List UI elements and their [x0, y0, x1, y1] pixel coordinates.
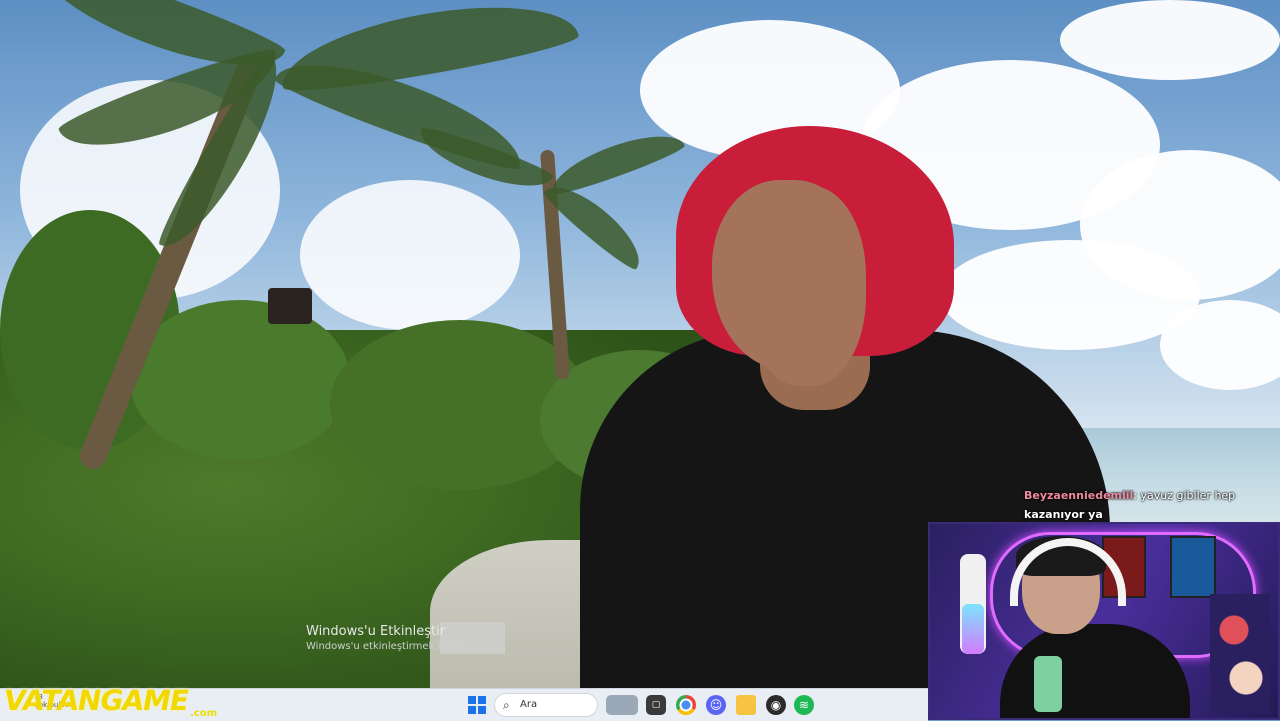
windows-activation-notice: Windows'u Etkinleştir Windows'u etkinleş… — [306, 624, 465, 652]
windows-start-icon[interactable] — [468, 696, 486, 714]
vatangame-watermark: VATANGAME .com — [0, 684, 230, 720]
webcam-overlay — [928, 522, 1280, 720]
birdhouse — [268, 288, 312, 324]
cloud — [300, 180, 520, 330]
cloud — [1060, 0, 1280, 80]
browser-tab-icon[interactable] — [606, 695, 638, 715]
chat-message: Beyzaenniedemlil: yavuz gibiler hep — [1024, 486, 1264, 505]
discord-icon[interactable]: ☺ — [706, 695, 726, 715]
search-placeholder: Ara — [520, 699, 538, 710]
chat-username: Beyzaenniedemlil — [1024, 489, 1134, 502]
watermark-suffix: .com — [190, 708, 218, 719]
file-explorer-icon[interactable] — [736, 695, 756, 715]
plush-toys — [1210, 594, 1270, 714]
presenter-face — [712, 180, 862, 370]
task-view-icon[interactable]: ▢ — [646, 695, 666, 715]
chat-overlay: Beyzaenniedemlil: yavuz gibiler hep kaza… — [1024, 486, 1264, 524]
activation-title: Windows'u Etkinleştir — [306, 624, 446, 639]
chat-text: : yavuz gibiler hep — [1133, 489, 1236, 502]
drink-cup — [1034, 656, 1062, 712]
watermark-brand: VATANGAME — [1, 684, 191, 717]
search-icon: ⌕ — [503, 698, 510, 712]
spotify-icon[interactable]: ≋ — [794, 695, 814, 715]
bush — [130, 300, 350, 460]
obs-icon[interactable]: ◉ — [766, 695, 786, 715]
poster — [1170, 536, 1216, 598]
activation-subtitle: Windows'u etkinleştirmek için A — [306, 641, 465, 652]
taskbar-search[interactable]: ⌕ Ara — [494, 693, 598, 717]
microphone-light — [962, 604, 984, 654]
chrome-icon[interactable] — [676, 695, 696, 715]
